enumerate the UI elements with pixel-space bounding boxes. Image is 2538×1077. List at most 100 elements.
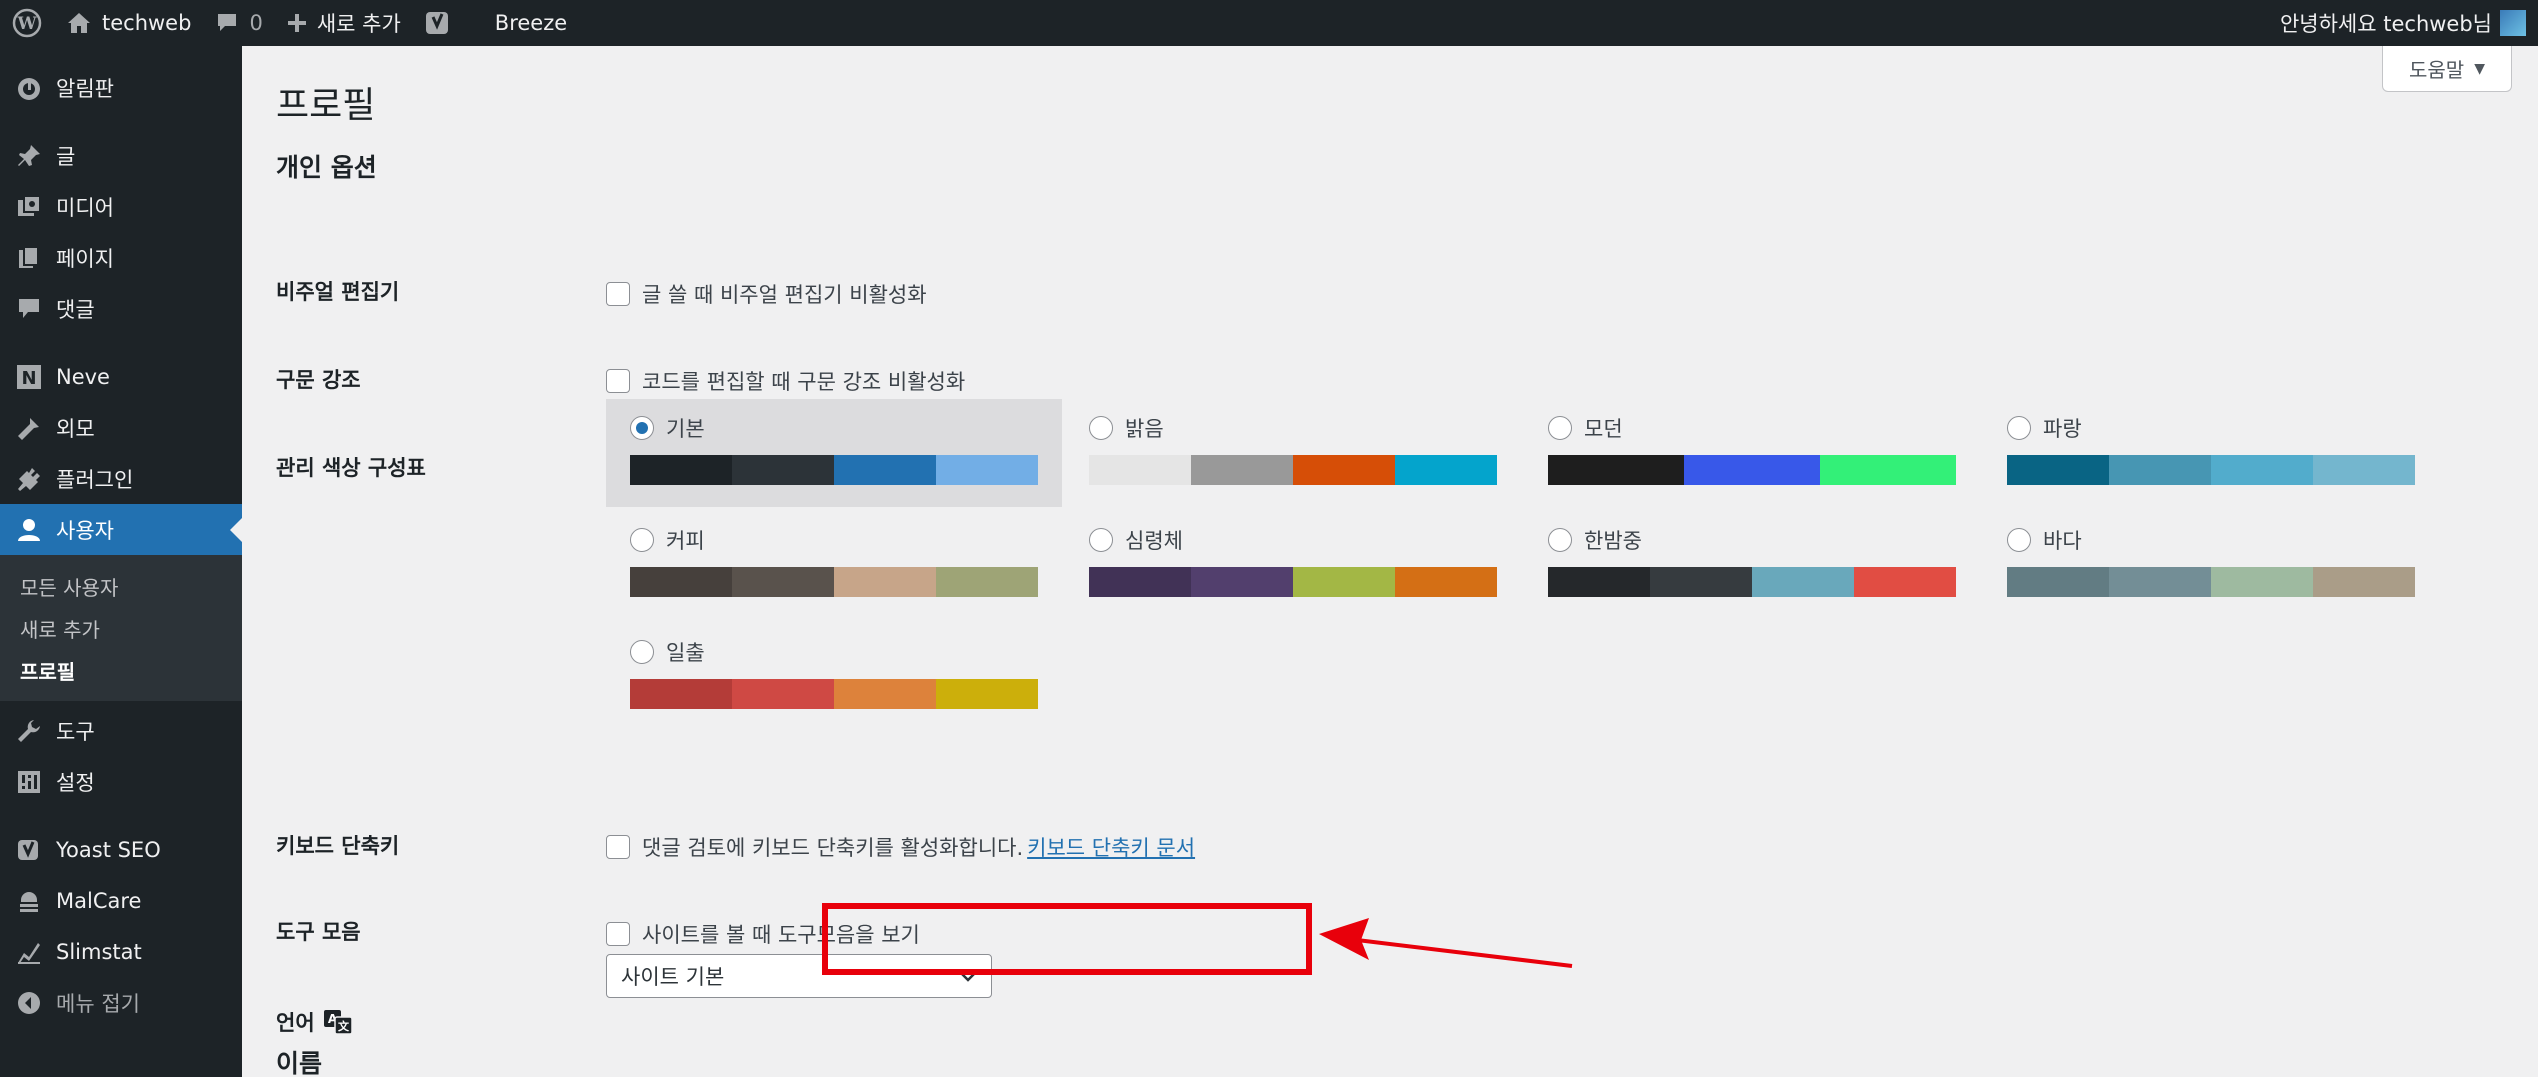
color-scheme-radio[interactable] bbox=[1089, 416, 1113, 440]
comment-bubble-icon bbox=[215, 12, 239, 34]
color-scheme-option[interactable]: 기본 bbox=[606, 399, 1062, 507]
submenu-add-new[interactable]: 새로 추가 bbox=[0, 607, 242, 649]
admin-sidebar: 알림판 글 미디어 페이지 댓글 N Neve 외모 플러그인 사용자 모든 사… bbox=[0, 46, 242, 1077]
color-scheme-name: 기본 bbox=[666, 417, 705, 441]
menu-comments[interactable]: 댓글 bbox=[0, 283, 242, 334]
submenu-profile[interactable]: 프로필 bbox=[0, 649, 242, 691]
color-scheme-radio[interactable] bbox=[1089, 528, 1113, 552]
color-scheme-option[interactable]: 한밤중 bbox=[1524, 511, 1980, 619]
menu-posts[interactable]: 글 bbox=[0, 130, 242, 181]
menu-media[interactable]: 미디어 bbox=[0, 181, 242, 232]
menu-users[interactable]: 사용자 bbox=[0, 504, 242, 555]
swatch bbox=[1548, 567, 1650, 597]
menu-yoast[interactable]: Yoast SEO bbox=[0, 824, 242, 875]
menu-neve[interactable]: N Neve bbox=[0, 351, 242, 402]
color-scheme-radio[interactable] bbox=[630, 640, 654, 664]
collapse-menu-button[interactable]: 메뉴 접기 bbox=[0, 977, 242, 1028]
color-swatches bbox=[630, 455, 1038, 485]
admin-bar: W techweb 0 새로 추가 Breeze 안녕하세요 techweb님 bbox=[0, 0, 2538, 46]
malcare-icon bbox=[14, 886, 44, 916]
menu-pages[interactable]: 페이지 bbox=[0, 232, 242, 283]
color-scheme-option[interactable]: 밝음 bbox=[1065, 399, 1521, 507]
color-scheme-radio[interactable] bbox=[2007, 416, 2031, 440]
slimstat-icon bbox=[14, 937, 44, 967]
color-scheme-radio[interactable] bbox=[1548, 528, 1572, 552]
comment-icon bbox=[14, 294, 44, 324]
menu-tools-label: 도구 bbox=[56, 719, 95, 744]
language-label: 언어 bbox=[276, 1011, 315, 1035]
swatch bbox=[1191, 455, 1293, 485]
keyboard-shortcuts-text: 댓글 검토에 키보드 단축키를 활성화합니다. bbox=[642, 836, 1024, 860]
settings-icon bbox=[14, 767, 44, 797]
color-swatches bbox=[2007, 567, 2415, 597]
color-scheme-radio[interactable] bbox=[630, 416, 654, 440]
greeting-label: 안녕하세요 techweb님 bbox=[2279, 12, 2492, 36]
color-scheme-radio[interactable] bbox=[1548, 416, 1572, 440]
swatch bbox=[1089, 455, 1191, 485]
breeze-link[interactable]: Breeze bbox=[483, 0, 579, 46]
neve-icon: N bbox=[14, 362, 44, 392]
yoast-icon bbox=[14, 835, 44, 865]
color-scheme-option[interactable]: 일출 bbox=[606, 623, 1062, 731]
syntax-highlight-option: 코드를 편집할 때 구문 강조 비활성화 bbox=[606, 366, 965, 396]
swatch bbox=[1650, 567, 1752, 597]
color-scheme-option[interactable]: 파랑 bbox=[1983, 399, 2439, 507]
menu-tools[interactable]: 도구 bbox=[0, 705, 242, 756]
color-swatches bbox=[1548, 567, 1956, 597]
yoast-adminbar-button[interactable] bbox=[413, 0, 463, 46]
color-scheme-option[interactable]: 모던 bbox=[1524, 399, 1980, 507]
my-account-link[interactable]: 안녕하세요 techweb님 bbox=[2268, 0, 2538, 46]
menu-malcare[interactable]: MalCare bbox=[0, 875, 242, 926]
color-scheme-name: 한밤중 bbox=[1584, 529, 1642, 553]
color-swatches bbox=[630, 567, 1038, 597]
new-content-link[interactable]: 새로 추가 bbox=[275, 0, 413, 46]
menu-pages-label: 페이지 bbox=[56, 246, 114, 271]
dashboard-icon bbox=[14, 73, 44, 103]
keyboard-shortcuts-docs-link[interactable]: 키보드 단축키 문서 bbox=[1027, 832, 1195, 862]
section-name: 이름 bbox=[276, 1049, 323, 1077]
toolbar-checkbox[interactable] bbox=[606, 922, 630, 946]
menu-plugins-label: 플러그인 bbox=[56, 467, 134, 492]
swatch bbox=[732, 567, 834, 597]
color-scheme-name: 심령체 bbox=[1125, 529, 1183, 553]
svg-text:文: 文 bbox=[338, 1019, 350, 1033]
yoast-icon bbox=[425, 9, 451, 37]
svg-text:W: W bbox=[16, 14, 37, 34]
color-scheme-radio[interactable] bbox=[630, 528, 654, 552]
syntax-highlight-checkbox[interactable] bbox=[606, 369, 630, 393]
visual-editor-checkbox[interactable] bbox=[606, 282, 630, 306]
submenu-all-users[interactable]: 모든 사용자 bbox=[0, 565, 242, 607]
syntax-highlight-label: 구문 강조 bbox=[276, 368, 361, 392]
color-scheme-radio[interactable] bbox=[2007, 528, 2031, 552]
swatch bbox=[2211, 455, 2313, 485]
site-name-link[interactable]: techweb bbox=[54, 0, 203, 46]
menu-plugins[interactable]: 플러그인 bbox=[0, 453, 242, 504]
menu-posts-label: 글 bbox=[56, 144, 76, 169]
menu-appearance[interactable]: 외모 bbox=[0, 402, 242, 453]
swatch bbox=[2313, 567, 2415, 597]
section-personal-options: 개인 옵션 bbox=[276, 153, 377, 182]
menu-slimstat[interactable]: Slimstat bbox=[0, 926, 242, 977]
color-scheme-option[interactable]: 커피 bbox=[606, 511, 1062, 619]
color-scheme-name: 모던 bbox=[1584, 417, 1623, 441]
color-scheme-option[interactable]: 심령체 bbox=[1065, 511, 1521, 619]
color-scheme-name: 밝음 bbox=[1125, 417, 1164, 441]
swatch bbox=[732, 455, 834, 485]
swatch bbox=[936, 455, 1038, 485]
translation-icon: A文 bbox=[323, 1009, 353, 1035]
menu-dashboard-label: 알림판 bbox=[56, 76, 114, 101]
swatch bbox=[1752, 567, 1854, 597]
swatch bbox=[630, 567, 732, 597]
swatch bbox=[2109, 455, 2211, 485]
comments-link[interactable]: 0 bbox=[203, 0, 274, 46]
swatch bbox=[1089, 567, 1191, 597]
color-scheme-option[interactable]: 바다 bbox=[1983, 511, 2439, 619]
wp-logo-button[interactable]: W bbox=[0, 0, 54, 46]
collapse-icon bbox=[14, 988, 44, 1018]
menu-settings-label: 설정 bbox=[56, 770, 95, 795]
menu-settings[interactable]: 설정 bbox=[0, 756, 242, 807]
help-tab-button[interactable]: 도움말 ▼ bbox=[2382, 46, 2512, 92]
menu-dashboard[interactable]: 알림판 bbox=[0, 62, 242, 113]
page-title: 프로필 bbox=[276, 85, 376, 126]
keyboard-shortcuts-checkbox[interactable] bbox=[606, 835, 630, 859]
